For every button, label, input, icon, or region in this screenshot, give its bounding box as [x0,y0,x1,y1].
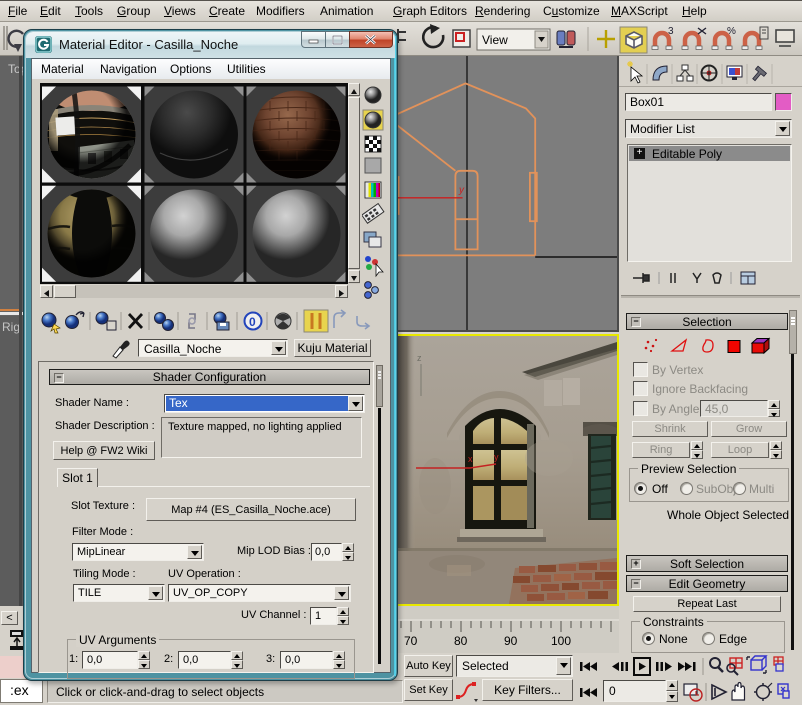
svg-text:y: y [458,185,465,196]
svg-text:90: 90 [504,634,518,648]
svg-text:100: 100 [551,634,571,648]
svg-text:%: % [727,26,736,37]
svg-text:3: 3 [668,26,674,37]
svg-text:View: View [482,33,508,47]
svg-text:y: y [494,452,499,462]
svg-text:x: x [468,454,473,464]
svg-text:0: 0 [249,315,256,329]
svg-text:80: 80 [454,634,468,648]
svg-text:z: z [417,353,422,363]
svg-text:70: 70 [404,634,418,648]
